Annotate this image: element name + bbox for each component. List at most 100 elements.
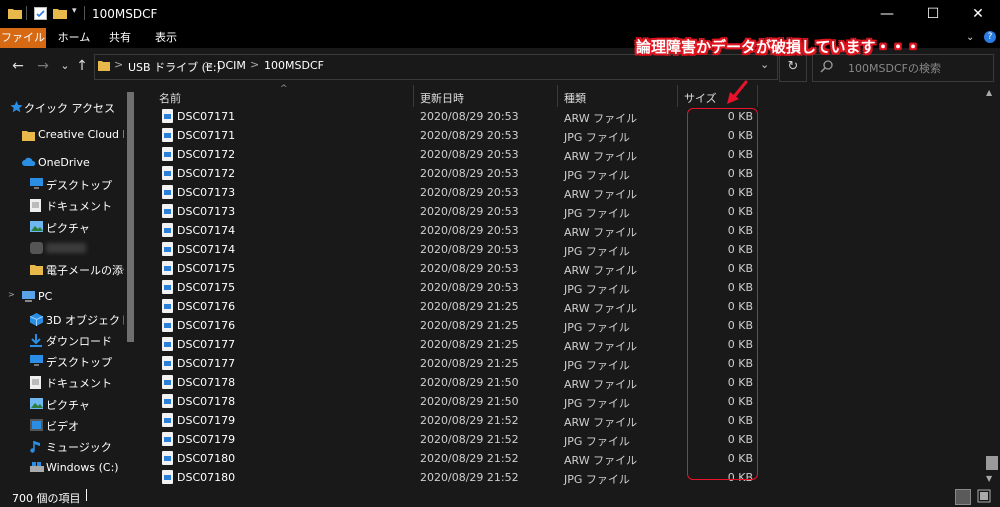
file-type: JPG ファイル [564, 169, 630, 182]
details-view-icon[interactable] [955, 489, 971, 505]
tab-file[interactable]: ファイル [0, 28, 46, 48]
file-name: DSC07173 [177, 186, 236, 199]
file-list-scrollbar[interactable] [982, 85, 1000, 485]
breadcrumb-dcim[interactable]: DCIM [217, 59, 246, 72]
column-header-name[interactable]: 名前 [159, 90, 181, 106]
sidebar-item-downloads[interactable]: ダウンロード [0, 330, 124, 351]
expand-chevron-icon[interactable]: > [8, 290, 15, 299]
column-divider[interactable] [557, 85, 558, 107]
file-name: DSC07172 [177, 148, 236, 161]
file-row[interactable]: DSC07174 2020/08/29 20:53 ARW ファイル 0 KB [141, 221, 981, 240]
sidebar-item-quick-access[interactable]: クイック アクセス [0, 97, 124, 118]
file-row[interactable]: DSC07175 2020/08/29 20:53 JPG ファイル 0 KB [141, 278, 981, 297]
status-bar [0, 485, 1000, 507]
maximize-button[interactable]: ☐ [910, 0, 956, 28]
sidebar-item-desktop[interactable]: デスクトップ [0, 351, 124, 372]
file-row[interactable]: DSC07176 2020/08/29 21:25 ARW ファイル 0 KB [141, 297, 981, 316]
file-type: JPG ファイル [564, 207, 630, 220]
scroll-up-icon[interactable]: ▲ [986, 88, 992, 97]
cloud-icon [22, 157, 36, 169]
sidebar-item-onedrive-documents[interactable]: ドキュメント [0, 195, 124, 216]
refresh-button[interactable]: ↻ [779, 54, 807, 82]
sidebar-item-label: デスクトップ [46, 179, 112, 192]
file-icon [162, 223, 173, 237]
tab-view[interactable]: 表示 [146, 28, 186, 48]
drive-icon [30, 462, 44, 474]
file-row[interactable]: DSC07173 2020/08/29 20:53 ARW ファイル 0 KB [141, 183, 981, 202]
file-row[interactable]: DSC07175 2020/08/29 20:53 ARW ファイル 0 KB [141, 259, 981, 278]
sidebar-item-label: ビデオ [46, 420, 79, 433]
file-name: DSC07180 [177, 452, 236, 465]
sidebar-item-email-attachments[interactable]: 電子メールの添付ファイル [0, 259, 124, 280]
breadcrumb-100msdcf[interactable]: 100MSDCF [264, 59, 324, 72]
qat-divider [84, 6, 85, 20]
column-header-size[interactable]: サイズ [684, 90, 717, 106]
file-list-scrollbar-thumb[interactable] [986, 456, 998, 470]
forward-button[interactable]: → [33, 56, 53, 76]
sidebar-item-windows-c[interactable]: Windows (C:) [0, 458, 124, 479]
file-row[interactable]: DSC07173 2020/08/29 20:53 JPG ファイル 0 KB [141, 202, 981, 221]
help-button[interactable]: ? [984, 31, 996, 43]
column-divider[interactable] [413, 85, 414, 107]
file-icon [162, 394, 173, 408]
file-row[interactable]: DSC07179 2020/08/29 21:52 JPG ファイル 0 KB [141, 430, 981, 449]
scroll-down-icon[interactable]: ▼ [986, 474, 992, 483]
tab-home[interactable]: ホーム [54, 28, 94, 48]
properties-icon[interactable] [34, 7, 48, 20]
file-type: ARW ファイル [564, 188, 638, 201]
sidebar-item-creative-cloud-files[interactable]: Creative Cloud Files [0, 125, 124, 146]
sidebar-item-documents[interactable]: ドキュメント [0, 372, 124, 393]
pc-icon [22, 291, 35, 303]
file-date: 2020/08/29 20:53 [420, 243, 519, 256]
large-icons-view-icon[interactable] [977, 489, 991, 503]
file-row[interactable]: DSC07180 2020/08/29 21:52 ARW ファイル 0 KB [141, 449, 981, 468]
address-dropdown-icon[interactable]: ⌄ [760, 58, 769, 71]
minimize-button[interactable]: — [864, 0, 910, 28]
up-button[interactable]: ↑ [72, 56, 92, 76]
file-name: DSC07171 [177, 129, 236, 142]
breadcrumb-separator: > [114, 58, 124, 71]
file-row[interactable]: DSC07178 2020/08/29 21:50 ARW ファイル 0 KB [141, 373, 981, 392]
file-row[interactable]: DSC07172 2020/08/29 20:53 JPG ファイル 0 KB [141, 164, 981, 183]
folder-icon [30, 263, 43, 275]
file-icon [162, 109, 173, 123]
column-divider[interactable] [677, 85, 678, 107]
sidebar-item-label [46, 243, 86, 253]
sidebar-item-onedrive-desktop[interactable]: デスクトップ [0, 174, 124, 195]
column-divider[interactable] [757, 85, 758, 107]
back-button[interactable]: ← [8, 56, 28, 76]
sidebar-item-videos[interactable]: ビデオ [0, 415, 124, 436]
file-row[interactable]: DSC07177 2020/08/29 21:25 JPG ファイル 0 KB [141, 354, 981, 373]
tab-share[interactable]: 共有 [102, 28, 138, 48]
chevron-down-icon[interactable]: ⌄ [966, 32, 974, 43]
file-row[interactable]: DSC07178 2020/08/29 21:50 JPG ファイル 0 KB [141, 392, 981, 411]
file-name: DSC07172 [177, 167, 236, 180]
file-row[interactable]: DSC07177 2020/08/29 21:25 ARW ファイル 0 KB [141, 335, 981, 354]
sidebar-item-3d-objects[interactable]: 3D オブジェクト [0, 309, 124, 330]
folder-icon [98, 59, 110, 74]
sidebar-item-music[interactable]: ミュージック [0, 436, 124, 457]
file-name: DSC07178 [177, 376, 236, 389]
file-row[interactable]: DSC07172 2020/08/29 20:53 ARW ファイル 0 KB [141, 145, 981, 164]
file-date: 2020/08/29 21:52 [420, 471, 519, 484]
file-icon [162, 261, 173, 275]
file-row[interactable]: DSC07171 2020/08/29 20:53 ARW ファイル 0 KB [141, 107, 981, 126]
file-type: ARW ファイル [564, 150, 638, 163]
sidebar-item-onedrive[interactable]: OneDrive [0, 153, 124, 174]
nav-scrollbar-thumb[interactable] [127, 92, 134, 342]
sidebar-item-pc[interactable]: PC [0, 287, 124, 308]
column-header-date[interactable]: 更新日時 [420, 90, 464, 106]
window-title: 100MSDCF [92, 7, 158, 21]
new-folder-icon[interactable] [53, 7, 67, 19]
file-row[interactable]: DSC07179 2020/08/29 21:52 ARW ファイル 0 KB [141, 411, 981, 430]
folder-app-icon [8, 7, 22, 19]
file-row[interactable]: DSC07176 2020/08/29 21:25 JPG ファイル 0 KB [141, 316, 981, 335]
file-row[interactable]: DSC07174 2020/08/29 20:53 JPG ファイル 0 KB [141, 240, 981, 259]
sidebar-item-blurred-item[interactable] [0, 238, 124, 259]
sidebar-item-onedrive-pictures[interactable]: ピクチャ [0, 217, 124, 238]
file-row[interactable]: DSC07171 2020/08/29 20:53 JPG ファイル 0 KB [141, 126, 981, 145]
qat-customize-icon[interactable]: ▾ [72, 6, 77, 16]
close-button[interactable]: ✕ [955, 0, 1000, 28]
sidebar-item-pictures[interactable]: ピクチャ [0, 394, 124, 415]
column-header-type[interactable]: 種類 [564, 90, 586, 106]
